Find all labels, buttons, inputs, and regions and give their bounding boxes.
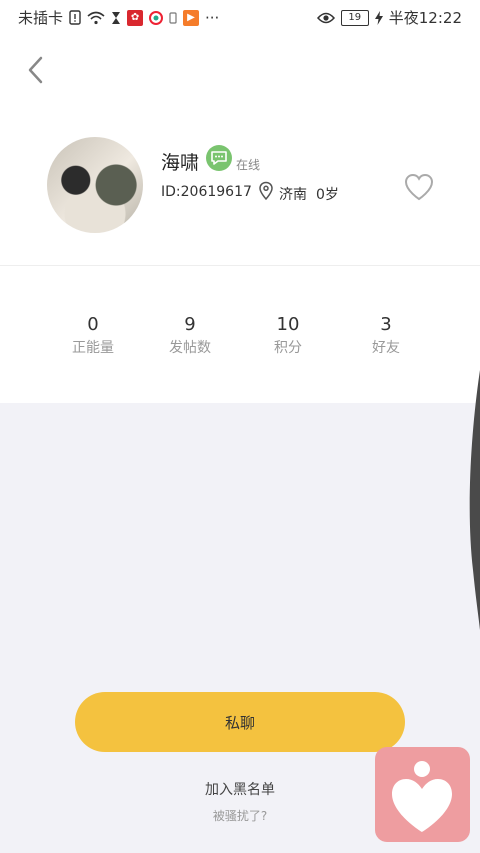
user-id: ID:20619617 <box>161 184 252 200</box>
floating-heart-button[interactable] <box>375 747 470 842</box>
battery-icon: 19 <box>340 9 369 26</box>
hourglass-icon <box>111 11 121 25</box>
online-status: 在线 <box>236 158 261 172</box>
stat-value: 9 <box>184 314 196 335</box>
status-right: 19 半夜 12:22 <box>316 7 462 28</box>
wifi-icon <box>87 11 105 25</box>
chevron-left-icon <box>28 56 43 84</box>
more-notifications-icon: ··· <box>205 8 220 27</box>
heart-person-icon <box>392 761 452 832</box>
stat-points[interactable]: 10 积分 <box>239 314 337 357</box>
divider <box>0 265 480 266</box>
stat-posts[interactable]: 9 发帖数 <box>141 314 239 357</box>
eye-comfort-icon <box>316 12 335 24</box>
edge-scroll-shape <box>469 370 480 630</box>
charging-icon <box>374 10 383 25</box>
message-badge <box>206 145 232 171</box>
status-left: 未插卡 ✿ ▶ ··· <box>18 7 219 28</box>
username: 海啸 <box>161 152 200 174</box>
time-prefix: 半夜 <box>388 9 419 27</box>
user-age: 0岁 <box>316 187 339 203</box>
private-chat-button[interactable]: 私聊 <box>75 692 405 752</box>
status-time: 12:22 <box>418 8 462 27</box>
follow-heart-icon[interactable] <box>403 172 435 202</box>
video-app-icon: ▶ <box>183 9 200 26</box>
stat-value: 10 <box>276 314 300 335</box>
status-bar: 未插卡 ✿ ▶ ··· 19 半夜 12:22 <box>0 0 480 34</box>
stat-label: 积分 <box>274 340 302 356</box>
profile-card: 海啸 在线 ID:20619617 济南 0岁 0 正能量 9 发帖数 10 积… <box>0 34 480 403</box>
carrier-text: 未插卡 <box>18 9 64 27</box>
user-city: 济南 <box>279 187 307 203</box>
sim-alert-icon <box>69 10 81 25</box>
app-notification-icon: ✿ <box>127 9 144 26</box>
browser-icon <box>149 10 164 25</box>
back-button[interactable] <box>24 54 52 86</box>
stat-value: 0 <box>87 314 99 335</box>
stat-friends[interactable]: 3 好友 <box>337 314 435 357</box>
location-pin-icon <box>259 181 273 201</box>
stat-label: 发帖数 <box>169 340 211 356</box>
chat-bubble-icon <box>211 151 227 165</box>
stat-value: 3 <box>380 314 392 335</box>
avatar[interactable] <box>47 137 143 233</box>
small-notification-icon <box>169 11 177 24</box>
stat-label: 好友 <box>372 340 400 356</box>
stat-positive-energy[interactable]: 0 正能量 <box>44 314 142 357</box>
stat-label: 正能量 <box>72 340 114 356</box>
